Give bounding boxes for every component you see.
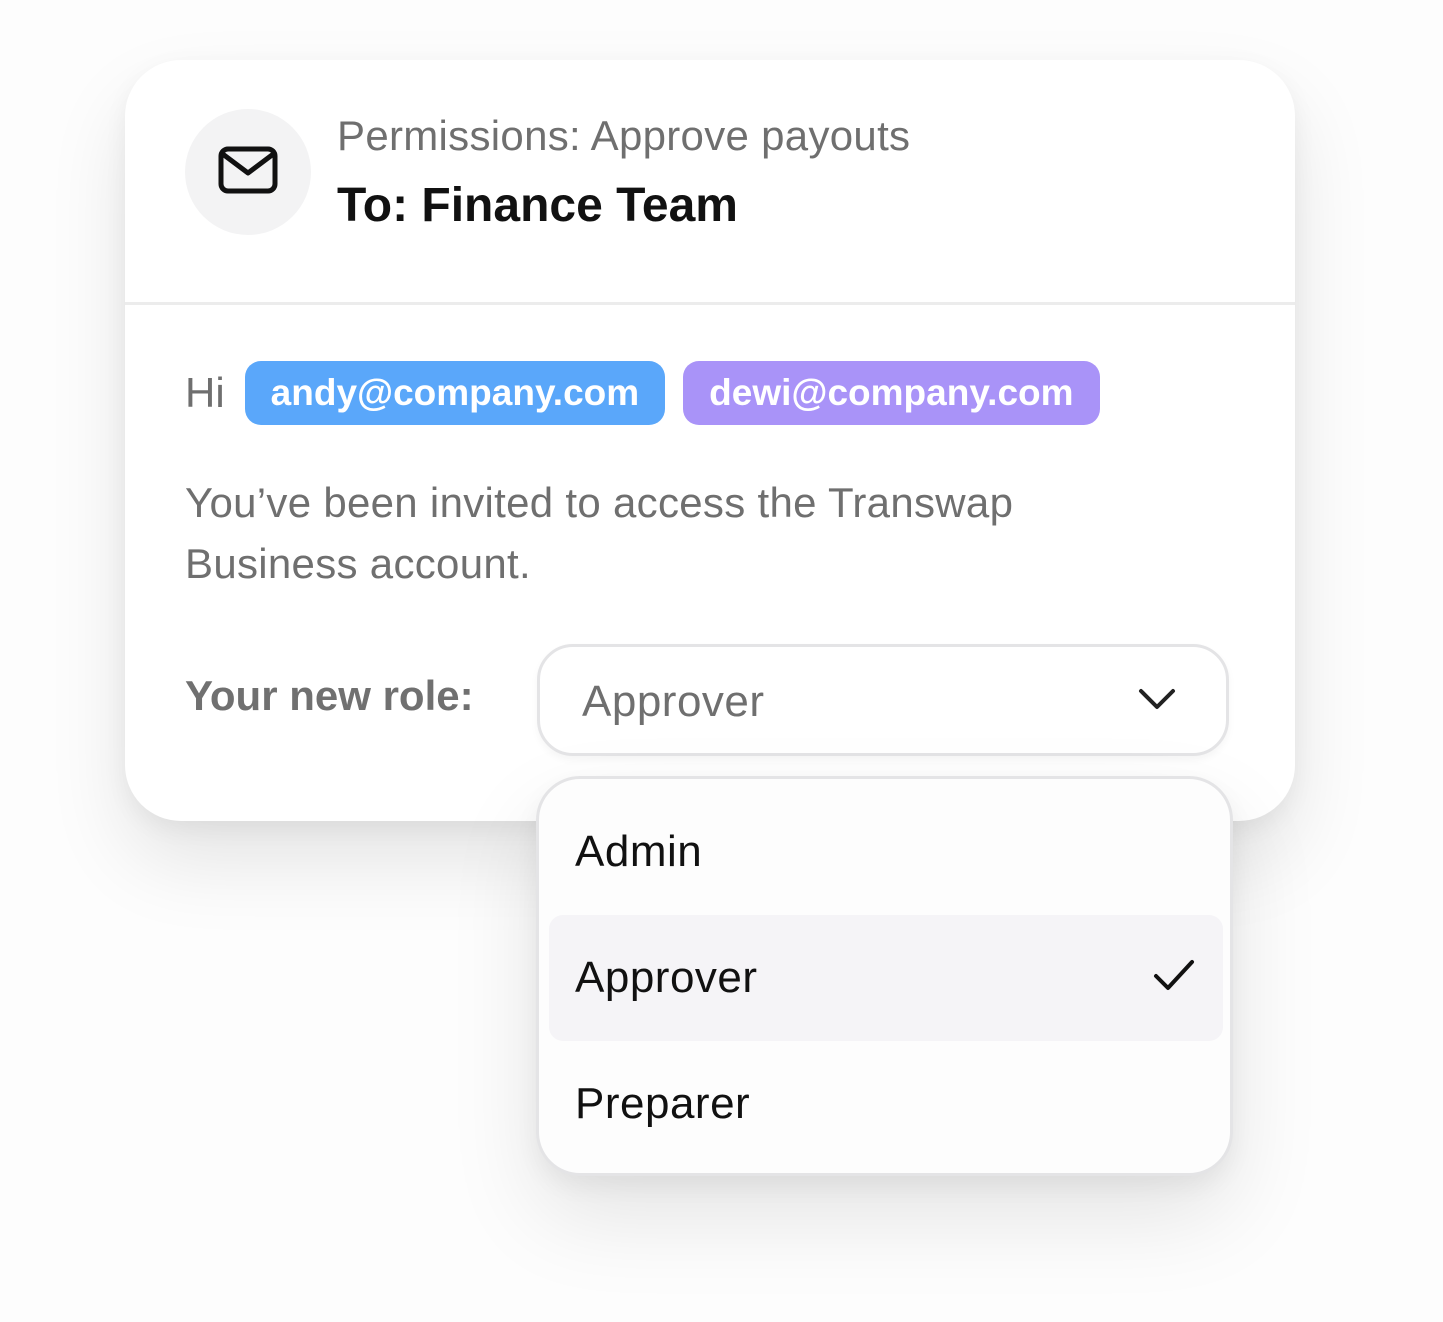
recipient-chip-dewi[interactable]: dewi@company.com [683,361,1100,425]
role-option-label: Preparer [575,1079,751,1128]
mail-icon [218,146,278,199]
role-option-label: Admin [575,827,703,876]
role-option-preparer[interactable]: Preparer [549,1041,1223,1167]
checkmark-icon [1153,959,1195,998]
role-option-admin[interactable]: Admin [549,789,1223,915]
email-recipient-line: To: Finance Team [337,179,738,232]
greeting-row: Hi andy@company.com dewi@company.com [185,360,1118,426]
role-option-approver[interactable]: Approver [549,915,1223,1041]
role-dropdown-menu: Admin Approver Preparer [536,776,1233,1176]
role-select[interactable]: Approver [537,644,1229,756]
invite-card: Permissions: Approve payouts To: Finance… [125,60,1295,821]
email-header: Permissions: Approve payouts To: Finance… [125,60,1295,305]
email-subject: Permissions: Approve payouts [337,112,911,159]
invite-message: You’ve been invited to access the Transw… [185,479,1014,587]
chevron-down-icon[interactable] [1138,687,1176,716]
role-option-label: Approver [575,953,758,1002]
greeting-text: Hi [185,369,225,416]
mail-icon-container [185,109,311,235]
role-select-value: Approver [582,677,765,726]
role-label: Your new role: [185,672,474,719]
recipient-chip-andy[interactable]: andy@company.com [244,361,666,425]
